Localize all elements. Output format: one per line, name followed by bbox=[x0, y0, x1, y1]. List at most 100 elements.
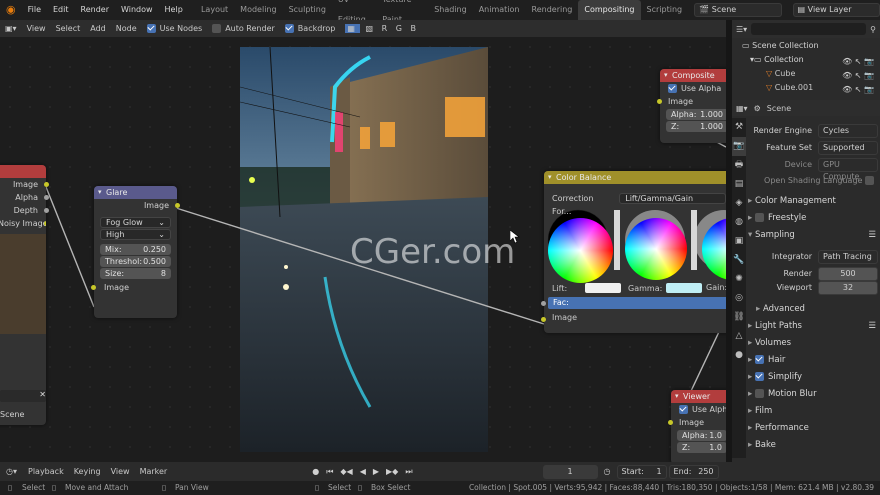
tool-tab-icon[interactable]: ⚒ bbox=[732, 118, 746, 137]
color-balance-node[interactable]: Color Balance Correction For... Lift/Gamm… bbox=[541, 171, 726, 333]
menu-edit[interactable]: Edit bbox=[47, 0, 75, 20]
socket[interactable] bbox=[175, 203, 180, 208]
material-tab-icon[interactable]: ● bbox=[732, 346, 746, 365]
jump-end-icon[interactable]: ⏭ bbox=[405, 467, 412, 477]
socket[interactable] bbox=[44, 182, 49, 187]
menu-help[interactable]: Help bbox=[159, 0, 189, 20]
menu-node[interactable]: Node bbox=[111, 20, 142, 37]
list-icon[interactable]: ☰ bbox=[868, 227, 876, 243]
record-icon[interactable]: ● bbox=[312, 467, 319, 477]
fac-field[interactable]: Fac: bbox=[548, 297, 726, 309]
section-performance[interactable]: Performance bbox=[748, 420, 876, 436]
physics-tab-icon[interactable]: ◎ bbox=[732, 289, 746, 308]
collection-row[interactable]: ▾▭ Collection bbox=[750, 55, 804, 64]
world-tab-icon[interactable]: ◍ bbox=[732, 213, 746, 232]
viewer-alpha-field[interactable]: Alpha: 1.0 bbox=[677, 430, 726, 441]
section-color-management[interactable]: Color Management bbox=[748, 193, 876, 209]
clock-icon[interactable]: ◷ bbox=[604, 467, 611, 476]
tab-shading[interactable]: Shading bbox=[428, 0, 473, 20]
prev-key-icon[interactable]: ◆◀ bbox=[340, 467, 352, 477]
viewport-samples-field[interactable]: 32 bbox=[818, 281, 878, 295]
render-engine-select[interactable]: Cycles bbox=[818, 124, 878, 138]
correction-select[interactable]: Lift/Gamma/Gain bbox=[619, 193, 726, 204]
socket[interactable] bbox=[44, 195, 49, 200]
socket[interactable] bbox=[44, 208, 49, 213]
object-tab-icon[interactable]: ▣ bbox=[732, 232, 746, 251]
glare-threshold-field[interactable]: Threshol: 0.500 bbox=[100, 256, 171, 267]
output-tab-icon[interactable]: 🖶 bbox=[732, 156, 746, 175]
alpha-icon[interactable]: ▧ bbox=[366, 24, 377, 33]
render-tab-icon[interactable]: 📷 bbox=[732, 137, 746, 156]
tab-modeling[interactable]: Modeling bbox=[234, 0, 282, 20]
view-layer-selector[interactable]: ▤ View Layer bbox=[792, 3, 880, 17]
use-nodes-toggle[interactable]: Use Nodes bbox=[142, 20, 208, 37]
section-motion-blur[interactable]: Motion Blur bbox=[748, 386, 876, 402]
socket[interactable] bbox=[541, 301, 546, 306]
osl-row[interactable]: Open Shading Language bbox=[750, 174, 878, 188]
channel-r-button[interactable]: R bbox=[382, 24, 391, 33]
timeline-type-icon[interactable]: ◷▾ bbox=[0, 467, 23, 476]
composite-z-field[interactable]: Z: 1.000 bbox=[666, 121, 726, 132]
menu-file[interactable]: File bbox=[22, 0, 47, 20]
socket[interactable] bbox=[657, 99, 662, 104]
composite-node[interactable]: Composite Use Alpha Image Alpha:1.000 Z:… bbox=[657, 69, 726, 143]
device-select[interactable]: GPU Compute bbox=[818, 158, 878, 181]
glare-node-title[interactable]: Glare bbox=[94, 186, 177, 199]
section-advanced[interactable]: Advanced bbox=[756, 301, 876, 317]
image-browser-field[interactable]: ✕ bbox=[0, 390, 46, 402]
menu-timeline-view[interactable]: View bbox=[106, 463, 135, 480]
section-volumes[interactable]: Volumes bbox=[748, 335, 876, 351]
scene-selector[interactable]: 🎬 Scene bbox=[694, 3, 782, 17]
visibility-toggles[interactable]: 👁 ↖ 📷 👁 ↖ 📷 👁 ↖ 📷 bbox=[842, 55, 874, 97]
socket[interactable] bbox=[91, 285, 96, 290]
menu-marker[interactable]: Marker bbox=[135, 463, 173, 480]
render-layers-header[interactable] bbox=[0, 165, 46, 178]
outliner-type-icon[interactable]: ☰▾ bbox=[736, 25, 747, 34]
viewer-use-alpha[interactable]: Use Alpha bbox=[671, 403, 726, 416]
feature-set-select[interactable]: Supported bbox=[818, 141, 878, 155]
data-tab-icon[interactable]: △ bbox=[732, 327, 746, 346]
particles-tab-icon[interactable]: ✺ bbox=[732, 270, 746, 289]
play-icon[interactable]: ▶ bbox=[373, 467, 379, 477]
color-balance-title[interactable]: Color Balance bbox=[544, 171, 726, 184]
menu-render[interactable]: Render bbox=[75, 0, 115, 20]
tab-layout[interactable]: Layout bbox=[195, 0, 234, 20]
properties-type-icon[interactable]: ▦▾ bbox=[736, 104, 748, 113]
editor-type-icon[interactable]: ▣▾ bbox=[0, 20, 22, 37]
modifier-tab-icon[interactable]: 🔧 bbox=[732, 251, 746, 270]
render-samples-field[interactable]: 500 bbox=[818, 267, 878, 281]
outliner-item-cube001[interactable]: ▽ Cube.001 bbox=[766, 83, 813, 92]
jump-start-icon[interactable]: ⏮ bbox=[326, 467, 333, 477]
blender-logo-icon[interactable]: ◉ bbox=[6, 4, 16, 16]
section-film[interactable]: Film bbox=[748, 403, 876, 419]
composite-alpha-field[interactable]: Alpha: 1.000 bbox=[666, 109, 726, 120]
viewer-node[interactable]: Viewer Use Alpha Image Alpha:1.0 Z: 1.0 bbox=[668, 390, 726, 462]
viewer-title[interactable]: Viewer bbox=[671, 390, 726, 403]
tab-scripting[interactable]: Scripting bbox=[641, 0, 689, 20]
glare-size-field[interactable]: Size: 8 bbox=[100, 268, 171, 279]
section-freestyle[interactable]: Freestyle bbox=[748, 210, 876, 226]
section-simplify[interactable]: Simplify bbox=[748, 369, 876, 385]
lift-color-swatch[interactable] bbox=[585, 283, 622, 293]
render-layers-node[interactable]: Image Alpha Depth Noisy Image ✕ Scene bbox=[0, 165, 49, 425]
start-frame-field[interactable]: Start: 1 bbox=[616, 464, 667, 479]
glare-type-select[interactable]: Fog Glow ⌄ bbox=[100, 217, 171, 228]
channel-g-button[interactable]: G bbox=[396, 24, 405, 33]
constraints-tab-icon[interactable]: ⛓ bbox=[732, 308, 746, 327]
socket[interactable] bbox=[541, 317, 546, 322]
section-hair[interactable]: Hair bbox=[748, 352, 876, 368]
section-bake[interactable]: Bake bbox=[748, 437, 876, 453]
end-frame-field[interactable]: End: 250 bbox=[668, 464, 719, 479]
composite-title[interactable]: Composite bbox=[660, 69, 726, 82]
tab-compositing[interactable]: Compositing bbox=[578, 0, 641, 20]
next-key-icon[interactable]: ▶◆ bbox=[386, 467, 398, 477]
tab-rendering[interactable]: Rendering bbox=[526, 0, 579, 20]
glare-quality-select[interactable]: High ⌄ bbox=[100, 229, 171, 240]
menu-select[interactable]: Select bbox=[51, 20, 86, 37]
section-light-paths[interactable]: Light Paths ☰ bbox=[748, 318, 876, 334]
section-sampling[interactable]: Sampling ☰ bbox=[748, 227, 876, 243]
menu-playback[interactable]: Playback bbox=[23, 463, 69, 480]
list-icon[interactable]: ☰ bbox=[868, 318, 876, 334]
node-canvas[interactable]: CGer.com Image Alpha Depth Noisy Image ✕… bbox=[0, 37, 726, 462]
gamma-color-swatch[interactable] bbox=[666, 283, 703, 293]
